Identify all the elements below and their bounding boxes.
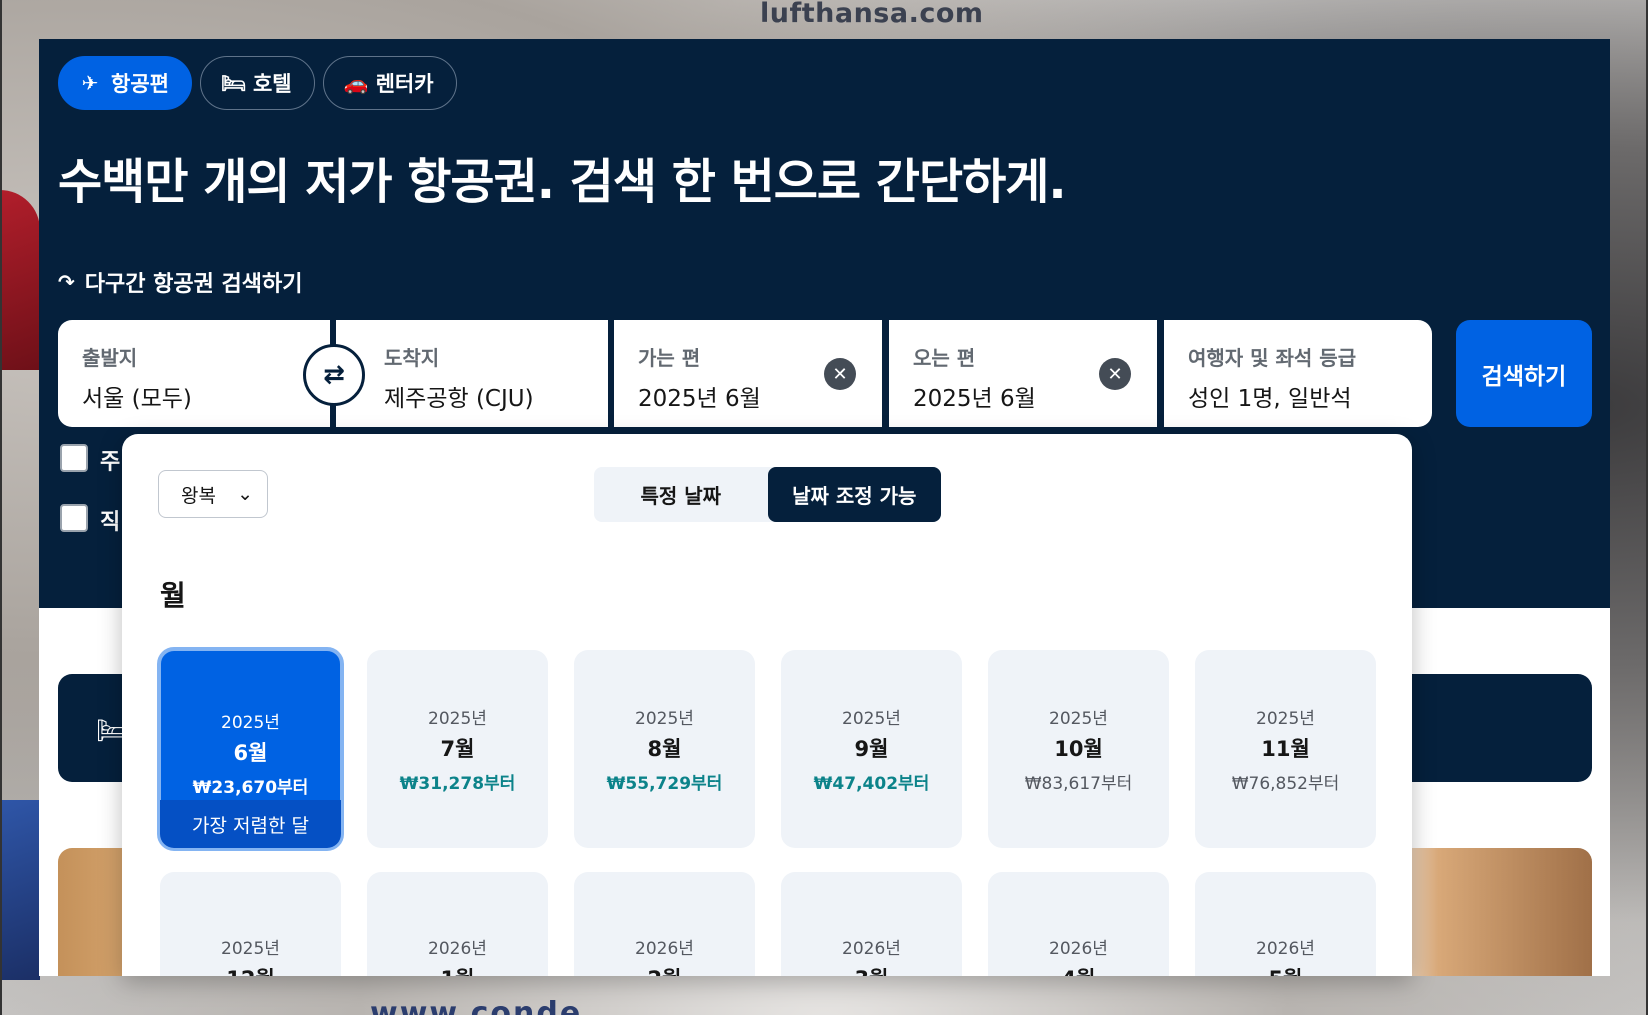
checkbox-direct[interactable] — [60, 504, 88, 532]
month-name: 10월 — [1054, 737, 1103, 761]
month-card[interactable]: 2025년 6월 ₩23,670부터 가장 저렴한 달 — [157, 647, 344, 851]
tab-label: 호텔 — [252, 72, 292, 96]
month-section-heading: 월 — [160, 579, 186, 612]
background-bottom-text: www.conde — [370, 996, 583, 1015]
month-name: 5월 — [1269, 963, 1303, 976]
month-name: 2월 — [648, 963, 682, 976]
return-field[interactable]: 오는 편 2025년 6월 ✕ — [889, 320, 1157, 427]
month-card[interactable]: 2025년 11월 ₩76,852부터 — [1195, 650, 1376, 848]
month-card[interactable]: 2025년 9월 ₩47,402부터 — [781, 650, 962, 848]
month-name: 7월 — [440, 737, 475, 761]
origin-label: 출발지 — [82, 346, 138, 370]
month-year: 2026년 — [428, 939, 487, 959]
trip-type-select[interactable]: 왕복 ⌄ — [158, 470, 268, 518]
month-year: 2026년 — [635, 939, 694, 959]
month-name: 6월 — [233, 741, 268, 765]
travellers-value: 성인 1명, 일반석 — [1188, 386, 1352, 412]
month-card[interactable]: 2026년 5월 — [1195, 872, 1376, 976]
car-icon: 🚗 — [343, 71, 369, 95]
page-title: 수백만 개의 저가 항공권. 검색 한 번으로 간단하게. — [58, 154, 1067, 210]
swap-icon: ⇄ — [323, 360, 345, 390]
travellers-field[interactable]: 여행자 및 좌석 등급 성인 1명, 일반석 — [1164, 320, 1432, 427]
depart-field[interactable]: 가는 편 2025년 6월 ✕ — [614, 320, 882, 427]
tab-hotels[interactable]: 🛏 호텔 — [199, 56, 315, 110]
month-name: 9월 — [854, 737, 889, 761]
background-sign-text: lufthansa.com — [760, 0, 984, 29]
travellers-label: 여행자 및 좌석 등급 — [1188, 346, 1357, 370]
tab-label: 렌터카 — [375, 72, 434, 96]
product-tabs: ✈ 항공편 🛏 호텔 🚗 렌터카 — [58, 56, 457, 110]
month-name: 4월 — [1062, 963, 1096, 976]
month-card[interactable]: 2025년 10월 ₩83,617부터 — [988, 650, 1169, 848]
multi-city-icon: ↷ — [58, 270, 75, 294]
month-card[interactable]: 2026년 1월 — [367, 872, 548, 976]
tab-label: 항공편 — [111, 72, 169, 96]
search-button[interactable]: 검색하기 — [1456, 320, 1592, 427]
month-year: 2026년 — [1049, 939, 1108, 959]
destination-value: 제주공항 (CJU) — [384, 386, 534, 412]
month-card[interactable]: 2025년 12월 — [160, 872, 341, 976]
month-year: 2025년 — [221, 713, 280, 733]
month-year: 2025년 — [842, 709, 901, 729]
swap-button[interactable]: ⇄ — [303, 344, 365, 406]
month-year: 2025년 — [1256, 709, 1315, 729]
month-price: ₩55,729부터 — [606, 774, 723, 794]
month-price: ₩47,402부터 — [813, 774, 930, 794]
destination-label: 도착지 — [384, 346, 440, 370]
depart-value: 2025년 6월 — [638, 386, 761, 412]
month-year: 2025년 — [221, 939, 280, 959]
month-name: 1월 — [441, 963, 475, 976]
close-icon: ✕ — [1107, 363, 1123, 385]
month-year: 2026년 — [1256, 939, 1315, 959]
background-tail-red — [0, 190, 40, 370]
month-year: 2025년 — [1049, 709, 1108, 729]
origin-field[interactable]: 출발지 서울 (모두) — [58, 320, 330, 427]
clear-depart-button[interactable]: ✕ — [824, 358, 856, 390]
destination-field[interactable]: 도착지 제주공항 (CJU) — [336, 320, 608, 427]
checkbox-nearby-label: 주 — [100, 450, 121, 475]
flexible-dates-option[interactable]: 날짜 조정 가능 — [767, 467, 941, 522]
background-tail-blue — [0, 800, 40, 980]
month-grid: 2025년 6월 ₩23,670부터 가장 저렴한 달 2025년 7월 ₩31… — [157, 647, 1376, 976]
month-card[interactable]: 2026년 3월 — [781, 872, 962, 976]
month-price: ₩76,852부터 — [1231, 774, 1340, 794]
clear-return-button[interactable]: ✕ — [1099, 358, 1131, 390]
tab-flights[interactable]: ✈ 항공편 — [58, 56, 192, 110]
month-name: 3월 — [855, 963, 889, 976]
bed-icon: 🛏 — [220, 71, 247, 95]
month-card[interactable]: 2026년 4월 — [988, 872, 1169, 976]
frame-border-left — [0, 0, 2, 1015]
trip-type-value: 왕복 — [181, 484, 216, 507]
plane-icon: ✈ — [81, 71, 99, 95]
month-card[interactable]: 2026년 2월 — [574, 872, 755, 976]
month-name: 11월 — [1261, 737, 1310, 761]
return-value: 2025년 6월 — [913, 386, 1036, 412]
month-card[interactable]: 2025년 7월 ₩31,278부터 — [367, 650, 548, 848]
chevron-down-icon: ⌄ — [237, 483, 253, 505]
multi-city-label: 다구간 항공권 검색하기 — [84, 272, 303, 297]
month-price: ₩83,617부터 — [1024, 774, 1133, 794]
checkbox-nearby[interactable] — [60, 444, 88, 472]
month-year: 2026년 — [842, 939, 901, 959]
tab-car-hire[interactable]: 🚗 렌터카 — [322, 56, 457, 110]
month-name: 12월 — [226, 963, 275, 976]
cheapest-month-badge: 가장 저렴한 달 — [160, 800, 341, 848]
month-year: 2025년 — [428, 709, 487, 729]
close-icon: ✕ — [832, 363, 848, 385]
month-name: 8월 — [647, 737, 682, 761]
date-picker-popup: 왕복 ⌄ 특정 날짜 날짜 조정 가능 월 2025년 6월 ₩23,670부터… — [122, 434, 1412, 976]
month-year: 2025년 — [635, 709, 694, 729]
checkbox-direct-label: 직 — [100, 510, 121, 535]
month-card[interactable]: 2025년 8월 ₩55,729부터 — [574, 650, 755, 848]
month-price: ₩23,670부터 — [192, 778, 309, 798]
month-price: ₩31,278부터 — [399, 774, 516, 794]
specific-dates-option[interactable]: 특정 날짜 — [594, 467, 768, 522]
date-mode-toggle: 특정 날짜 날짜 조정 가능 — [594, 467, 941, 522]
origin-value: 서울 (모두) — [82, 386, 192, 412]
multi-city-link[interactable]: ↷ 다구간 항공권 검색하기 — [58, 266, 303, 298]
